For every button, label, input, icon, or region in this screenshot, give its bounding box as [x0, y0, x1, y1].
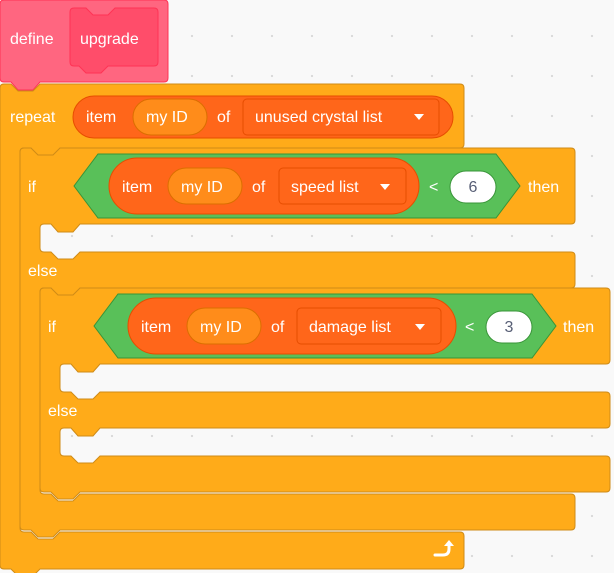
- list-dropdown[interactable]: unused crystal list: [242, 98, 440, 136]
- define-label: define: [10, 31, 54, 48]
- item-of-damage-list-reporter[interactable]: item my ID of damage list: [127, 297, 457, 355]
- my-id-variable[interactable]: my ID: [132, 98, 208, 136]
- value-input-6[interactable]: 6: [449, 170, 497, 204]
- svg-text:my ID: my ID: [181, 179, 223, 196]
- of-label: of: [217, 109, 231, 126]
- list-dropdown[interactable]: speed list: [278, 167, 407, 205]
- less-than-condition-speed[interactable]: item my ID of speed list < 6: [73, 153, 521, 219]
- item-label: item: [86, 109, 116, 126]
- repeat-count-item-of-list-reporter[interactable]: item my ID of unused crystal list: [72, 95, 454, 139]
- repeat-label: repeat: [10, 109, 56, 126]
- item-label: item: [141, 319, 171, 336]
- svg-text:6: 6: [469, 179, 478, 196]
- then-label: then: [528, 179, 559, 196]
- less-than-operator: <: [465, 319, 474, 336]
- svg-text:unused crystal list: unused crystal list: [255, 109, 383, 126]
- item-of-speed-list-reporter[interactable]: item my ID of speed list: [108, 157, 420, 215]
- my-id-variable[interactable]: my ID: [167, 167, 243, 205]
- list-dropdown[interactable]: damage list: [296, 307, 442, 345]
- if-label: if: [48, 319, 57, 336]
- svg-text:speed list: speed list: [291, 179, 359, 196]
- define-block[interactable]: define upgrade: [0, 0, 169, 91]
- of-label: of: [271, 319, 285, 336]
- if-label: if: [28, 179, 37, 196]
- else-label: else: [28, 263, 57, 280]
- else-label: else: [48, 403, 77, 420]
- svg-text:3: 3: [505, 319, 514, 336]
- svg-text:my ID: my ID: [200, 319, 242, 336]
- svg-text:damage list: damage list: [309, 319, 391, 336]
- my-id-variable[interactable]: my ID: [186, 307, 262, 345]
- of-label: of: [252, 179, 266, 196]
- less-than-condition-damage[interactable]: item my ID of damage list < 3: [93, 293, 557, 359]
- value-input-3[interactable]: 3: [485, 310, 533, 344]
- item-label: item: [122, 179, 152, 196]
- custom-block-name: upgrade: [80, 31, 139, 48]
- less-than-operator: <: [429, 179, 438, 196]
- svg-text:my ID: my ID: [146, 109, 188, 126]
- then-label: then: [563, 319, 594, 336]
- define-prototype-block[interactable]: upgrade: [69, 7, 159, 74]
